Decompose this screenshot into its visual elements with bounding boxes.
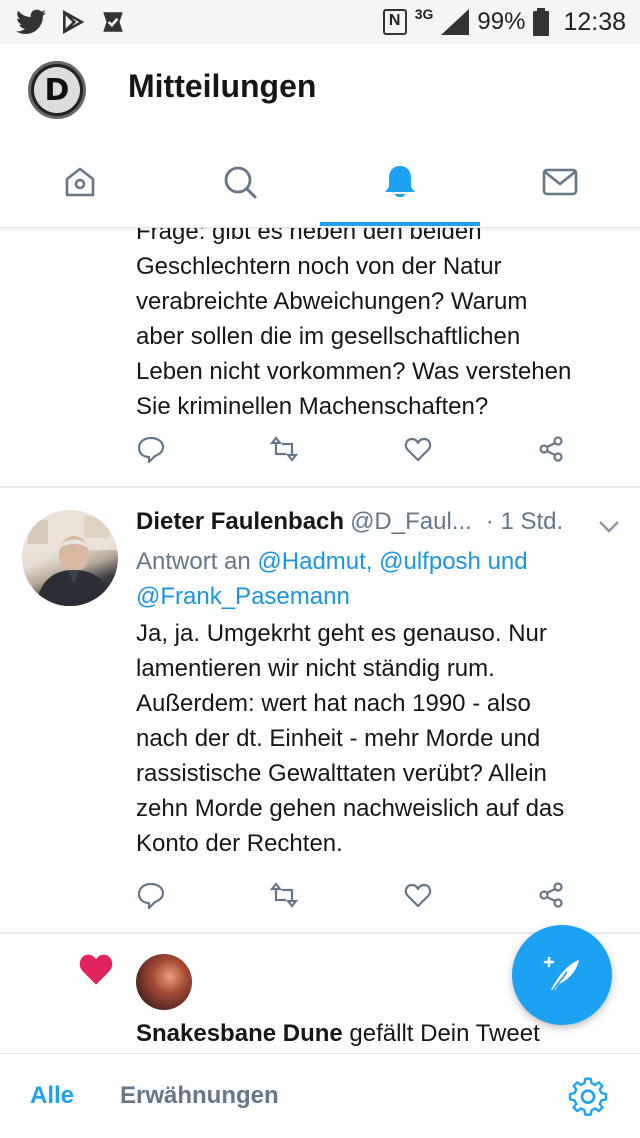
- filter-all-tab[interactable]: Alle: [30, 1082, 74, 1110]
- avatar-portrait: [22, 510, 118, 606]
- share-icon[interactable]: [536, 434, 566, 464]
- author-handle[interactable]: @D_Faul...: [350, 508, 472, 536]
- tab-notifications[interactable]: [320, 138, 480, 226]
- reply-mention[interactable]: @Frank_Pasemann: [136, 583, 350, 610]
- tab-home[interactable]: [0, 138, 160, 226]
- tweet-author-line: Dieter Faulenbach @D_Faul... · 1 Std.: [136, 508, 626, 536]
- tweet-line: Sie kriminellen Machenschaften?: [136, 393, 489, 420]
- tweet-line: zehn Morde gehen nachweislich auf das: [136, 795, 565, 822]
- network-type: 3G: [414, 6, 434, 22]
- like-icon[interactable]: [403, 434, 433, 464]
- tweet-line: lamentieren wir nicht ständig rum.: [136, 655, 495, 682]
- bell-icon: [385, 166, 415, 197]
- reply-icon[interactable]: [136, 880, 166, 910]
- profile-logo-letter: D: [34, 67, 80, 113]
- mail-icon: [542, 168, 578, 196]
- like-icon[interactable]: [403, 880, 433, 910]
- liker-avatar[interactable]: [136, 954, 192, 1010]
- reply-mentions[interactable]: @Hadmut, @ulfposh und: [257, 548, 527, 575]
- signal-icon: [441, 9, 470, 35]
- tweet-line: nach der dt. Einheit - mehr Morde und: [136, 725, 541, 752]
- tab-messages[interactable]: [480, 138, 640, 226]
- tweet-line: Frage: gibt es neben den beiden: [136, 228, 482, 245]
- author-name[interactable]: Dieter Faulenbach: [136, 508, 344, 536]
- settings-gear-icon[interactable]: [568, 1076, 608, 1116]
- system-status: N 3G 99% 12:38: [382, 6, 626, 38]
- chevron-down-icon[interactable]: [598, 520, 620, 534]
- reply-prefix: Antwort an: [136, 548, 258, 575]
- clock: 12:38: [563, 7, 626, 36]
- tweet-line: Ja, ja. Umgekrht geht es genauso. Nur: [136, 620, 547, 647]
- feed-divider: [0, 486, 640, 488]
- share-icon[interactable]: [536, 880, 566, 910]
- reply-icon[interactable]: [136, 434, 166, 464]
- tweet-line: Außerdem: wert hat nach 1990 - also: [136, 690, 531, 717]
- notification-icons: [16, 6, 126, 38]
- status-bar: N 3G 99% 12:38: [0, 0, 640, 44]
- reply-context: Antwort an @Hadmut, @ulfposh und @Frank_…: [136, 544, 606, 614]
- tweet-actions: [136, 434, 566, 466]
- tweet-actions: [136, 880, 566, 912]
- tab-search[interactable]: [160, 138, 320, 226]
- home-icon: [65, 167, 95, 197]
- profile-avatar-button[interactable]: D: [28, 61, 86, 119]
- nfc-icon: N: [382, 9, 407, 35]
- author-avatar[interactable]: [22, 510, 118, 606]
- tweet-line: rassistische Gewalttaten verübt? Allein: [136, 760, 547, 787]
- like-notification-text[interactable]: Snakesbane Dune gefällt Dein Tweet: [136, 1020, 540, 1048]
- play-store-icon: [63, 10, 85, 34]
- tweet-line: Geschlechtern noch von der Natur: [136, 253, 502, 280]
- notification-filter-bar: Alle Erwähnungen: [0, 1053, 640, 1138]
- tweet-text: Ja, ja. Umgekrht geht es genauso. Nur la…: [136, 616, 626, 861]
- tweet-line: aber sollen die im gesellschaftlichen: [136, 323, 521, 350]
- tweet-timestamp: · 1 Std.: [485, 508, 564, 535]
- retweet-icon[interactable]: [269, 434, 299, 464]
- tweet-line: verabreichte Abweichungen? Warum: [136, 288, 528, 315]
- like-action-text: gefällt Dein Tweet: [342, 1020, 540, 1047]
- tweet-line: Leben nicht vorkommen? Was verstehen: [136, 358, 572, 385]
- app-header: D Mitteilungen: [0, 44, 640, 138]
- check-badge-icon: [103, 12, 123, 32]
- tab-bar: [0, 138, 640, 228]
- compose-tweet-button[interactable]: [512, 925, 612, 1025]
- compose-feather-icon: [543, 956, 579, 991]
- active-tab-indicator: [320, 222, 480, 226]
- page-title: Mitteilungen: [128, 68, 317, 104]
- tweet-line: Konto der Rechten.: [136, 830, 343, 857]
- liker-name[interactable]: Snakesbane Dune: [136, 1020, 343, 1047]
- battery-percent: 99%: [477, 8, 526, 35]
- retweet-icon[interactable]: [269, 880, 299, 910]
- battery-icon: [533, 8, 550, 36]
- filter-mentions-tab[interactable]: Erwähnungen: [120, 1082, 279, 1110]
- search-icon: [224, 166, 257, 199]
- twitter-bird-icon: [16, 9, 46, 34]
- tweet-text: Frage: gibt es neben den beiden Geschlec…: [136, 228, 626, 424]
- heart-icon: [79, 954, 113, 985]
